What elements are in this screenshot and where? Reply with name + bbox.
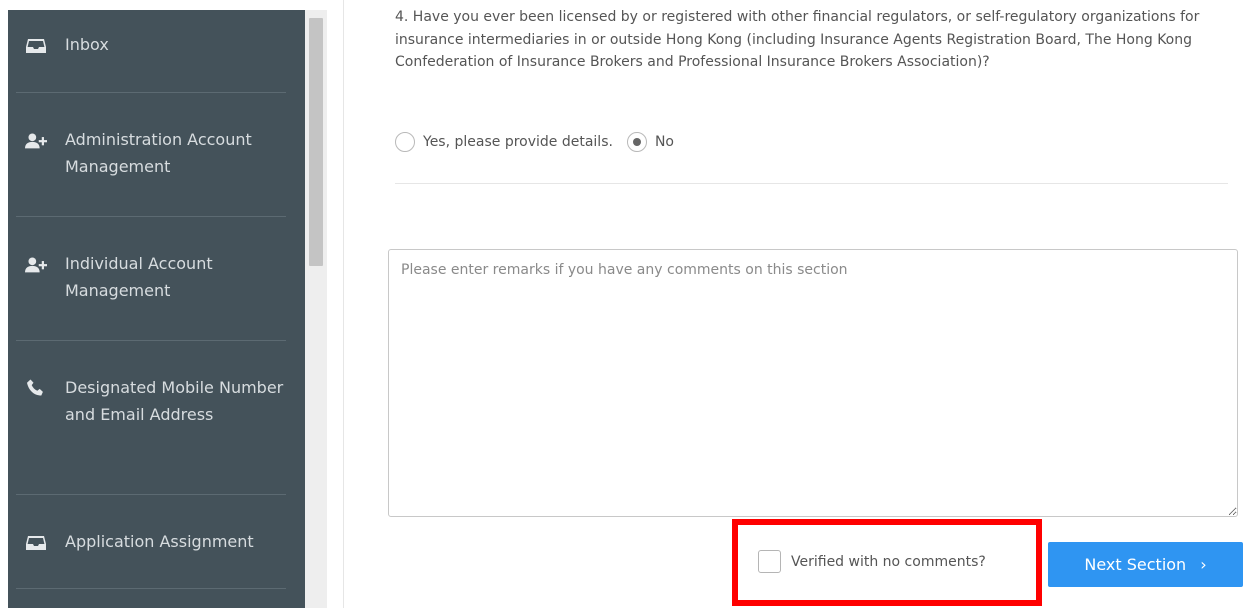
sidebar-item-label: Inbox — [65, 35, 109, 54]
phone-icon — [25, 377, 47, 399]
verify-checkbox[interactable] — [758, 550, 781, 573]
add-user-icon — [25, 254, 47, 276]
sidebar-divider — [16, 92, 286, 93]
add-user-icon — [25, 130, 47, 152]
sidebar-item-label: Designated Mobile Number and Email Addre… — [65, 378, 284, 424]
inbox-icon — [25, 532, 47, 554]
question-text: 4. Have you ever been licensed by or reg… — [395, 9, 1200, 70]
sidebar-item-individual-account-management[interactable]: Individual Account Management — [8, 250, 305, 306]
radio-yes[interactable] — [395, 132, 415, 152]
sidebar-divider — [16, 588, 286, 589]
sidebar: Inbox Administration Account Management … — [8, 10, 305, 608]
sidebar-item-administration-account-management[interactable]: Administration Account Management — [8, 126, 305, 182]
sidebar-divider — [16, 216, 286, 217]
radio-no[interactable] — [626, 132, 647, 152]
sidebar-divider — [16, 340, 286, 341]
remarks-textarea[interactable] — [388, 249, 1238, 517]
inbox-icon — [25, 35, 47, 57]
sidebar-item-designated-mobile-number-and-email-address[interactable]: Designated Mobile Number and Email Addre… — [8, 374, 305, 456]
next-section-button[interactable]: Next Section › — [1048, 542, 1243, 587]
verify-label: Verified with no comments? — [791, 553, 986, 570]
sidebar-scrollbar-thumb[interactable] — [309, 18, 323, 266]
sidebar-item-inbox[interactable]: Inbox — [8, 31, 305, 61]
answer-radio-group: Yes, please provide details. No — [395, 130, 674, 154]
sidebar-item-application-assignment[interactable]: Application Assignment — [8, 528, 305, 558]
next-section-label: Next Section — [1084, 555, 1187, 574]
radio-no-label[interactable]: No — [655, 134, 674, 150]
sidebar-item-label: Administration Account Management — [65, 130, 252, 176]
sidebar-item-label: Individual Account Management — [65, 254, 213, 300]
content-divider — [343, 0, 344, 608]
chevron-right-icon: › — [1200, 555, 1207, 574]
sidebar-divider — [16, 494, 286, 495]
sidebar-item-label: Application Assignment — [65, 532, 254, 551]
section-divider — [395, 183, 1228, 184]
radio-yes-label[interactable]: Yes, please provide details. — [423, 134, 613, 150]
verify-no-comments[interactable]: Verified with no comments? — [758, 550, 986, 573]
